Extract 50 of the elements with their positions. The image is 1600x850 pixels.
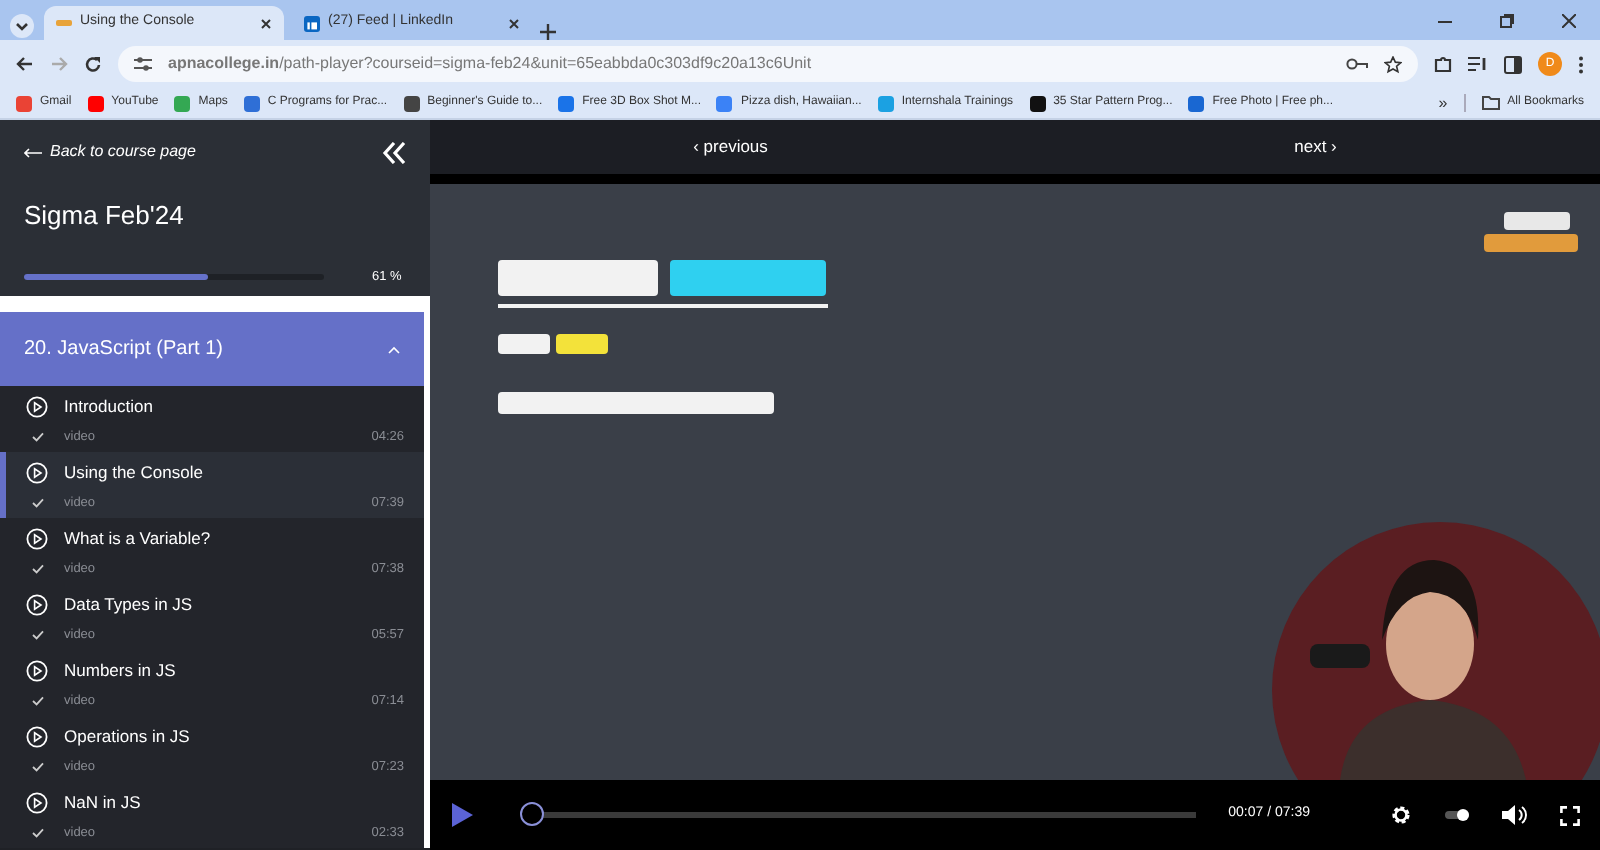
settings-icon[interactable] [1390,804,1412,826]
play-icon[interactable] [450,802,474,828]
course-title: Sigma Feb'24 [24,198,186,234]
media-controls-icon[interactable] [1468,56,1488,72]
arrow-left-icon [24,147,42,157]
seek-thumb[interactable] [520,802,545,826]
extensions-icon[interactable] [1434,55,1452,73]
site-settings-icon[interactable] [134,56,152,72]
next-link[interactable]: next › [1294,134,1337,160]
lesson-title: Operations in JS [64,724,190,750]
close-icon[interactable] [260,17,272,29]
back-icon[interactable] [16,56,34,72]
lesson-title: NaN in JS [64,790,141,816]
previous-link[interactable]: ‹ previous [693,134,768,160]
lesson-title: Introduction [64,394,153,420]
url-text: apnacollege.in/path-player?courseid=sigma-feb24&unit=65eabbda0c303df9c20a13c6Unit [168,52,814,76]
restore-icon[interactable] [1500,13,1514,27]
overflow-chevron[interactable]: » [1438,91,1448,115]
play-circle-icon [26,791,48,814]
back-link[interactable]: Back to course page [24,140,196,164]
play-circle-icon [26,659,48,682]
play-circle-icon [26,593,48,616]
play-circle-icon [26,395,48,418]
close-icon[interactable] [508,17,520,29]
side-panel-icon[interactable] [1504,55,1522,73]
play-circle-icon [26,461,48,484]
close-icon[interactable] [1562,13,1576,27]
new-tab-icon[interactable] [540,24,556,40]
lesson-title: Data Types in JS [64,592,193,618]
key-icon[interactable] [1346,58,1368,70]
fullscreen-icon[interactable] [1560,805,1580,825]
section-title: 20. JavaScript (Part 1) [24,336,223,364]
forward-icon [50,56,68,72]
toggle-icon[interactable] [1444,808,1470,822]
section-header[interactable]: 20. JavaScript (Part 1) [0,312,430,386]
lesson-title: Numbers in JS [64,658,176,684]
linkedin-icon [304,15,320,31]
lesson-title: Using the Console [64,460,203,486]
reload-icon[interactable] [84,55,102,73]
favicon-icon [56,17,72,29]
star-icon[interactable] [1384,55,1402,73]
collapse-icon[interactable] [382,141,406,163]
play-circle-icon [26,725,48,748]
folder-icon [1481,96,1500,110]
volume-icon[interactable] [1502,804,1528,826]
lesson-title: What is a Variable? [64,526,211,552]
chevron-up-icon[interactable] [388,345,400,353]
tab-search-icon[interactable] [8,12,36,40]
play-circle-icon [26,527,48,550]
menu-icon[interactable] [1578,55,1584,73]
